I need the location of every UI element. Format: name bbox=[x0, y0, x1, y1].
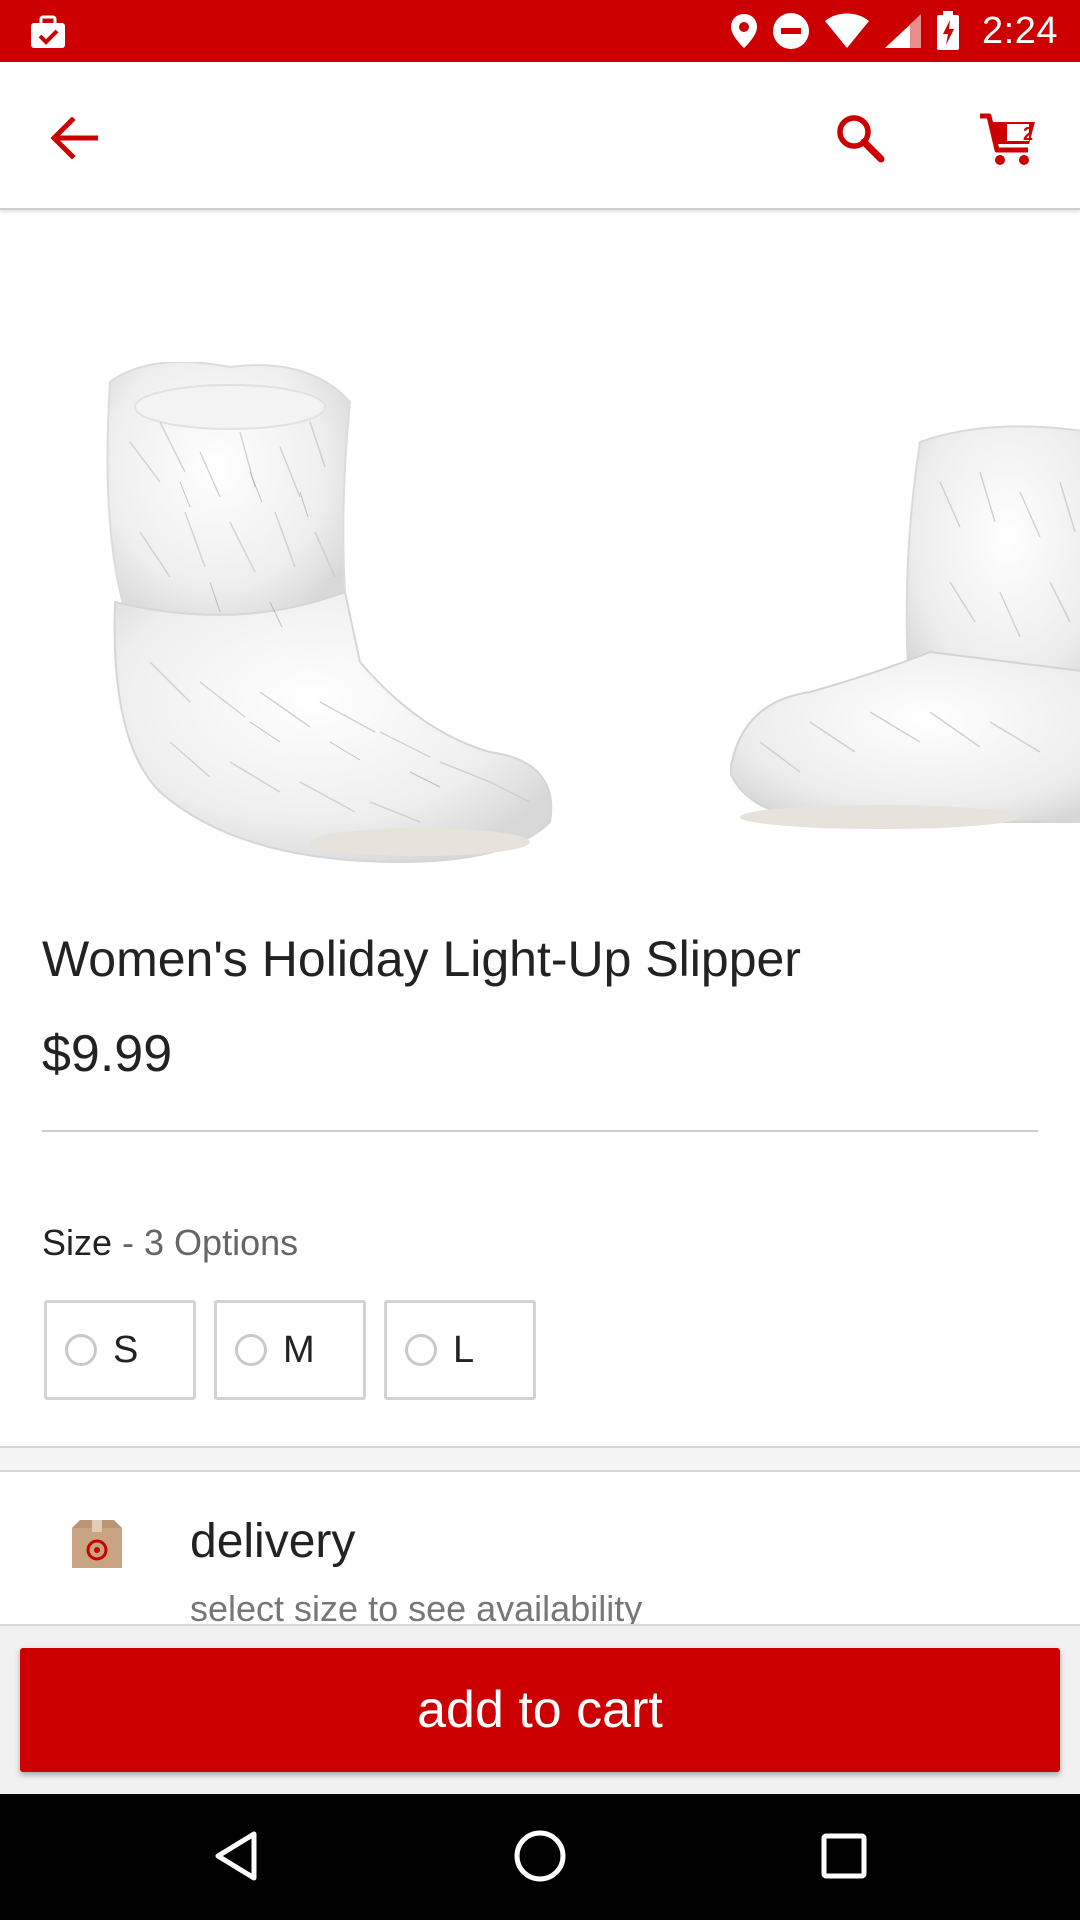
size-option-label: S bbox=[113, 1328, 139, 1371]
home-circle-icon bbox=[513, 1829, 567, 1888]
cart-button[interactable]: 2 bbox=[962, 98, 1054, 182]
product-image[interactable] bbox=[90, 361, 570, 882]
search-button[interactable] bbox=[818, 98, 902, 182]
wifi-icon bbox=[824, 13, 870, 49]
cell-signal-icon bbox=[884, 13, 922, 49]
delivery-title: delivery bbox=[190, 1515, 356, 1568]
product-image-secondary[interactable] bbox=[728, 422, 1080, 842]
status-time: 2:24 bbox=[982, 9, 1058, 52]
location-icon bbox=[730, 13, 758, 49]
do-not-disturb-icon bbox=[772, 12, 810, 50]
size-options-count: - 3 Options bbox=[112, 1222, 299, 1263]
nav-home-button[interactable] bbox=[504, 1822, 576, 1894]
app-bar: 2 bbox=[0, 62, 1080, 210]
back-button[interactable] bbox=[36, 102, 112, 178]
add-to-cart-button[interactable]: add to cart bbox=[20, 1648, 1060, 1772]
arrow-back-icon bbox=[50, 115, 99, 164]
back-triangle-icon bbox=[212, 1830, 260, 1887]
divider bbox=[42, 1130, 1038, 1132]
radio-unchecked-icon[interactable] bbox=[65, 1334, 97, 1366]
size-option-m[interactable]: M bbox=[214, 1300, 366, 1400]
recents-square-icon bbox=[821, 1833, 867, 1884]
size-option-label: L bbox=[453, 1328, 475, 1371]
size-options: S M L bbox=[44, 1300, 536, 1400]
product-title: Women's Holiday Light-Up Slipper bbox=[42, 931, 801, 987]
size-option-l[interactable]: L bbox=[384, 1300, 536, 1400]
radio-unchecked-icon[interactable] bbox=[405, 1334, 437, 1366]
search-icon bbox=[835, 113, 885, 168]
product-image-carousel[interactable] bbox=[0, 212, 1080, 892]
size-option-s[interactable]: S bbox=[44, 1300, 196, 1400]
briefcase-check-icon bbox=[28, 12, 68, 52]
nav-recents-button[interactable] bbox=[808, 1822, 880, 1894]
section-separator bbox=[0, 1446, 1080, 1472]
product-price: $9.99 bbox=[42, 1025, 173, 1083]
cart-icon: 2 bbox=[978, 112, 1038, 168]
radio-unchecked-icon[interactable] bbox=[235, 1334, 267, 1366]
cart-count-badge: 2 bbox=[1022, 124, 1033, 144]
size-heading: Size - 3 Options bbox=[42, 1222, 298, 1264]
size-option-label: M bbox=[283, 1328, 315, 1371]
nav-back-button[interactable] bbox=[200, 1822, 272, 1894]
system-nav-bar bbox=[0, 1794, 1080, 1920]
battery-charging-icon bbox=[936, 11, 960, 51]
target-box-icon bbox=[70, 1518, 124, 1570]
status-bar: 2:24 bbox=[0, 0, 1080, 62]
size-label: Size bbox=[42, 1222, 113, 1263]
